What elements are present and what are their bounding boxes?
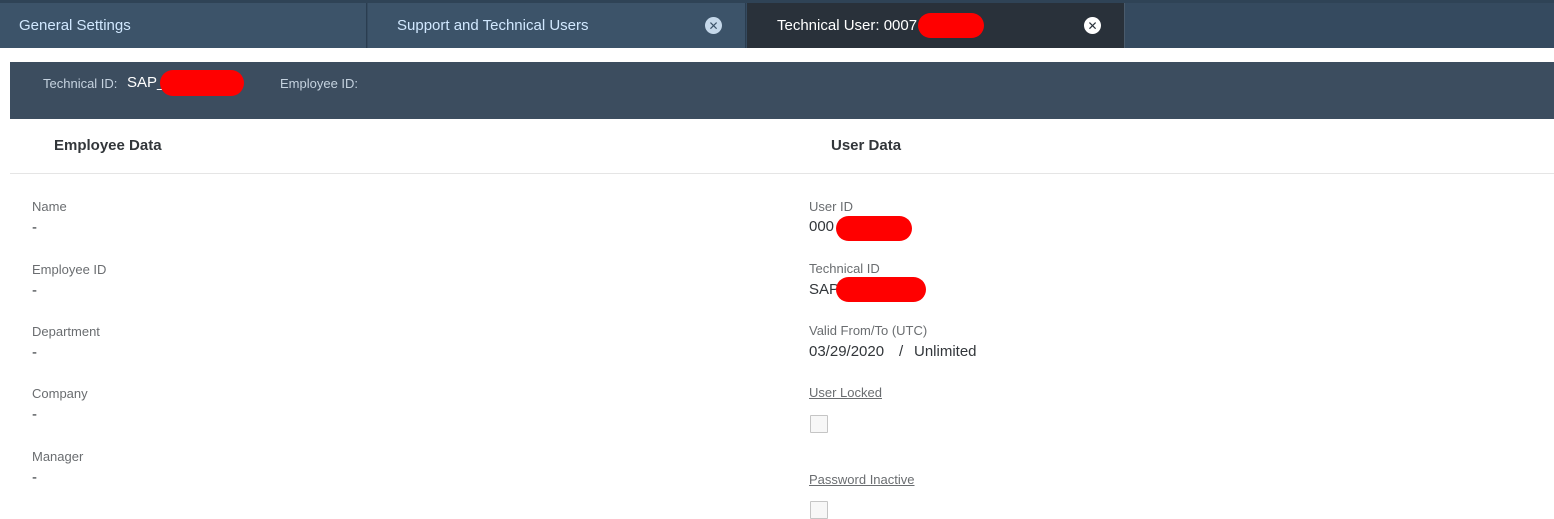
user-locked-label[interactable]: User Locked xyxy=(809,385,882,400)
section-divider xyxy=(10,173,1554,174)
close-circle-icon[interactable]: ✕ xyxy=(705,17,722,34)
redaction-mark xyxy=(836,216,912,241)
tab-general-settings[interactable]: General Settings xyxy=(0,3,367,48)
user-data-title: User Data xyxy=(831,137,902,154)
redaction-mark xyxy=(918,13,985,38)
user-id-label: User ID xyxy=(809,199,854,214)
close-circle-icon[interactable]: ✕ xyxy=(1084,17,1101,34)
tab-bar: General Settings Support and Technical U… xyxy=(0,0,1554,48)
name-value: - xyxy=(32,219,37,236)
technical-id-label: Technical ID: xyxy=(43,76,118,91)
user-id-value: 000 xyxy=(809,218,835,235)
employee-id-field-label: Employee ID xyxy=(32,262,107,277)
password-inactive-label[interactable]: Password Inactive xyxy=(809,472,915,487)
object-header: Technical ID: SAP_ Employee ID: xyxy=(10,62,1554,119)
name-label: Name xyxy=(32,199,67,214)
password-inactive-checkbox[interactable] xyxy=(810,501,828,519)
tab-label: Technical User: 0007 xyxy=(777,17,918,34)
valid-separator: / xyxy=(899,343,904,360)
tab-support-technical-users[interactable]: Support and Technical Users ✕ xyxy=(368,3,746,48)
redaction-mark xyxy=(836,277,926,302)
valid-from-to-label: Valid From/To (UTC) xyxy=(809,323,928,338)
department-label: Department xyxy=(32,324,100,339)
employee-data-title: Employee Data xyxy=(54,137,162,154)
department-value: - xyxy=(32,344,37,361)
tab-label: General Settings xyxy=(19,17,131,34)
company-value: - xyxy=(32,406,37,423)
user-locked-checkbox[interactable] xyxy=(810,415,828,433)
valid-from-value: 03/29/2020 xyxy=(809,343,885,360)
employee-id-label: Employee ID: xyxy=(280,76,359,91)
employee-id-field-value: - xyxy=(32,282,37,299)
valid-to-value: Unlimited xyxy=(914,343,977,360)
tab-label: Support and Technical Users xyxy=(397,17,589,34)
tab-technical-user[interactable]: Technical User: 0007 ✕ xyxy=(747,3,1125,48)
technical-id-field-value: SAP xyxy=(809,281,840,298)
redaction-mark xyxy=(160,70,244,96)
company-label: Company xyxy=(32,386,88,401)
manager-value: - xyxy=(32,469,37,486)
technical-id-field-label: Technical ID xyxy=(809,261,880,276)
manager-label: Manager xyxy=(32,449,84,464)
